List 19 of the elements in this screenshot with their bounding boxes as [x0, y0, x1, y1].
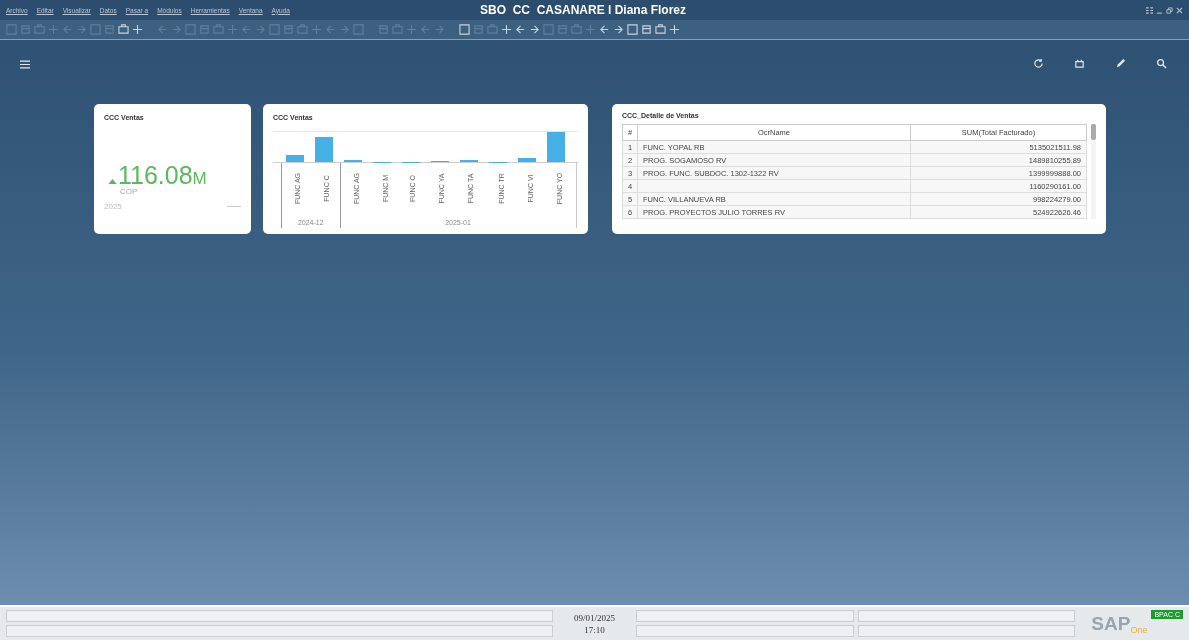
search-icon[interactable]	[1156, 58, 1167, 69]
status-time: 17:10	[584, 624, 605, 635]
refresh-icon[interactable]	[1033, 58, 1044, 69]
close-icon[interactable]	[1176, 6, 1183, 14]
scrollbar-thumb[interactable]	[1091, 124, 1096, 140]
grid-icon[interactable]	[1146, 6, 1153, 14]
logo-text: SAP	[1091, 612, 1131, 635]
menu-icon[interactable]	[20, 60, 30, 69]
logo-subtext: One	[1130, 624, 1148, 635]
kpi-value: 116.08	[118, 161, 193, 189]
dash-mark	[227, 206, 241, 207]
pencil-icon[interactable]	[1115, 58, 1126, 69]
restore-icon[interactable]	[1166, 6, 1173, 14]
currency-label: COP	[120, 187, 139, 196]
widget-icon[interactable]	[1074, 58, 1085, 69]
triangle-icon	[108, 179, 117, 184]
window-title: SBO CC CASANARE l Diana Florez	[480, 3, 687, 17]
status-date: 09/01/2025	[574, 612, 616, 623]
kpi-unit: M	[192, 169, 207, 189]
